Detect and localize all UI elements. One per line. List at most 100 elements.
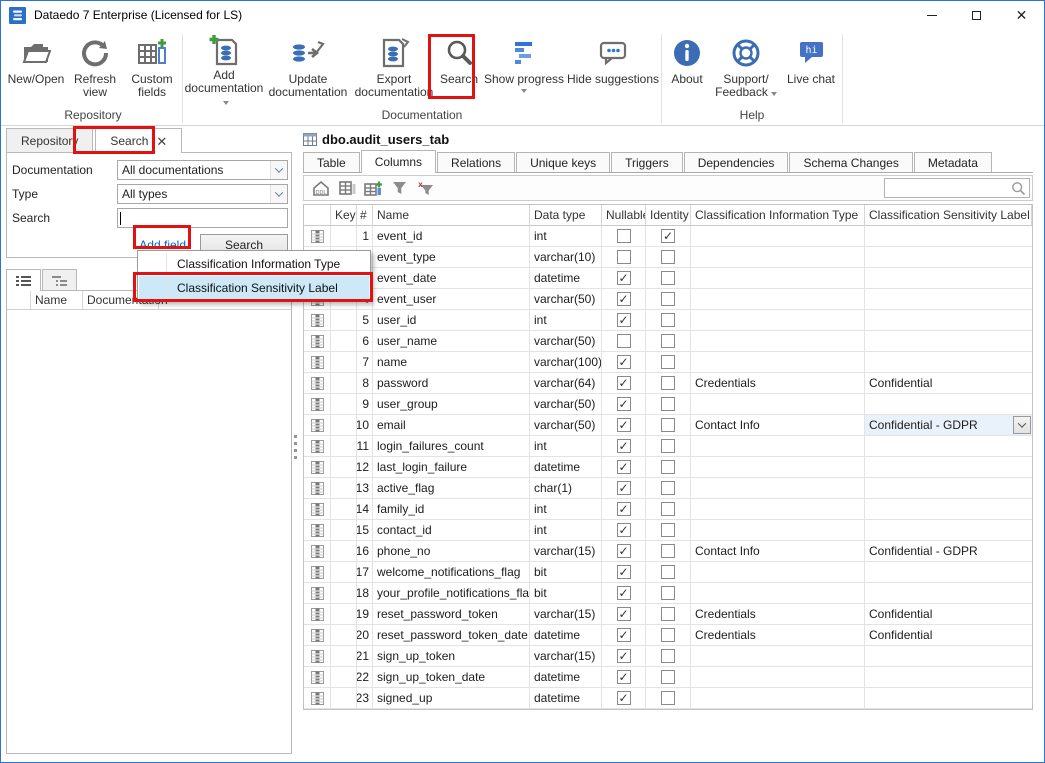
classification-sensitivity-label-cell[interactable] [865,289,1032,310]
identity-cell[interactable] [646,478,691,499]
classification-information-type-cell[interactable] [691,688,865,709]
nullable-cell[interactable]: ✓ [602,289,646,310]
nullable-cell[interactable]: ✓ [602,457,646,478]
name-cell[interactable]: event_type [373,247,530,268]
classification-sensitivity-label-cell[interactable]: Confidential [865,604,1032,625]
identity-checkbox[interactable] [661,439,675,453]
identity-checkbox[interactable] [661,376,675,390]
name-cell[interactable]: name [373,352,530,373]
nullable-checkbox[interactable] [617,229,631,243]
nullable-cell[interactable]: ✓ [602,688,646,709]
identity-checkbox[interactable] [661,502,675,516]
nullable-checkbox[interactable]: ✓ [617,544,631,558]
name-cell[interactable]: event_id [373,226,530,247]
classification-information-type-cell[interactable] [691,562,865,583]
classification-information-type-cell[interactable] [691,667,865,688]
identity-checkbox[interactable] [661,460,675,474]
export-documentation-button[interactable]: Export documentation [352,32,436,104]
classification-sensitivity-label-cell[interactable] [865,331,1032,352]
menu-item-classification-information-type[interactable]: Classification Information Type [139,252,369,276]
identity-cell[interactable] [646,373,691,394]
classification-sensitivity-label-cell[interactable] [865,667,1032,688]
identity-cell[interactable] [646,457,691,478]
nullable-cell[interactable]: ✓ [602,646,646,667]
nullable-cell[interactable] [602,247,646,268]
identity-cell[interactable] [646,583,691,604]
about-button[interactable]: About [663,32,711,104]
classification-sensitivity-label-cell[interactable] [865,457,1032,478]
show-progress-button[interactable]: Show progress [482,32,566,104]
data-type-cell[interactable]: datetime [530,688,602,709]
hide-suggestions-button[interactable]: Hide suggestions [566,32,660,104]
classification-sensitivity-label-cell[interactable] [865,583,1032,604]
nullable-checkbox[interactable]: ✓ [617,439,631,453]
identity-cell[interactable]: ✓ [646,226,691,247]
identity-cell[interactable] [646,625,691,646]
row-handle[interactable] [304,457,331,478]
name-cell[interactable]: phone_no [373,541,530,562]
data-type-cell[interactable]: bit [530,583,602,604]
nullable-cell[interactable]: ✓ [602,520,646,541]
classification-information-type-cell[interactable]: Credentials [691,373,865,394]
list-view-tab[interactable] [6,269,41,291]
panel-splitter[interactable] [294,435,297,459]
grid-search-input[interactable] [884,178,1030,198]
tab-table[interactable]: Table [303,152,360,172]
nullable-cell[interactable]: ✓ [602,436,646,457]
maximize-button[interactable] [954,1,999,29]
name-cell[interactable]: user_id [373,310,530,331]
classification-sensitivity-label-cell[interactable] [865,268,1032,289]
nullable-cell[interactable]: ✓ [602,583,646,604]
classification-information-type-cell[interactable] [691,520,865,541]
nullable-cell[interactable]: ✓ [602,373,646,394]
identity-cell[interactable] [646,415,691,436]
grid-header-number[interactable]: # [357,205,373,226]
row-handle[interactable] [304,352,331,373]
row-handle[interactable] [304,520,331,541]
close-button[interactable]: ✕ [999,1,1044,29]
identity-cell[interactable] [646,436,691,457]
nullable-checkbox[interactable]: ✓ [617,376,631,390]
nullable-checkbox[interactable]: ✓ [617,481,631,495]
data-type-cell[interactable]: varchar(50) [530,289,602,310]
classification-sensitivity-label-cell[interactable] [865,436,1032,457]
grid-header-identity[interactable]: Identity [646,205,691,226]
row-handle[interactable] [304,667,331,688]
tab-triggers[interactable]: Triggers [611,152,683,172]
name-cell[interactable]: reset_password_token_date [373,625,530,646]
row-handle[interactable] [304,541,331,562]
classification-information-type-cell[interactable] [691,394,865,415]
row-handle[interactable] [304,478,331,499]
identity-cell[interactable] [646,562,691,583]
nullable-checkbox[interactable]: ✓ [617,397,631,411]
data-type-cell[interactable]: varchar(15) [530,541,602,562]
identity-cell[interactable] [646,247,691,268]
grid-header-classification-information-type[interactable]: Classification Information Type [691,205,865,226]
data-type-cell[interactable]: int [530,499,602,520]
grid-header-classification-sensitivity-label[interactable]: Classification Sensitivity Label [865,205,1032,226]
tab-relations[interactable]: Relations [437,152,515,172]
name-cell[interactable]: event_user [373,289,530,310]
data-type-cell[interactable]: int [530,436,602,457]
classification-information-type-cell[interactable] [691,331,865,352]
nullable-cell[interactable]: ✓ [602,394,646,415]
classification-information-type-cell[interactable] [691,646,865,667]
identity-checkbox[interactable] [661,418,675,432]
data-type-cell[interactable]: datetime [530,268,602,289]
data-type-cell[interactable]: int [530,520,602,541]
nullable-checkbox[interactable]: ✓ [617,502,631,516]
classification-information-type-cell[interactable] [691,478,865,499]
nullable-cell[interactable]: ✓ [602,499,646,520]
nullable-cell[interactable]: ✓ [602,667,646,688]
classification-sensitivity-label-cell[interactable] [865,688,1032,709]
identity-cell[interactable] [646,688,691,709]
identity-checkbox[interactable] [661,334,675,348]
row-handle[interactable] [304,373,331,394]
name-cell[interactable]: event_date [373,268,530,289]
nullable-checkbox[interactable]: ✓ [617,670,631,684]
nullable-checkbox[interactable]: ✓ [617,628,631,642]
nullable-cell[interactable]: ✓ [602,268,646,289]
name-cell[interactable]: login_failures_count [373,436,530,457]
data-type-cell[interactable]: bit [530,562,602,583]
data-type-cell[interactable]: varchar(50) [530,331,602,352]
